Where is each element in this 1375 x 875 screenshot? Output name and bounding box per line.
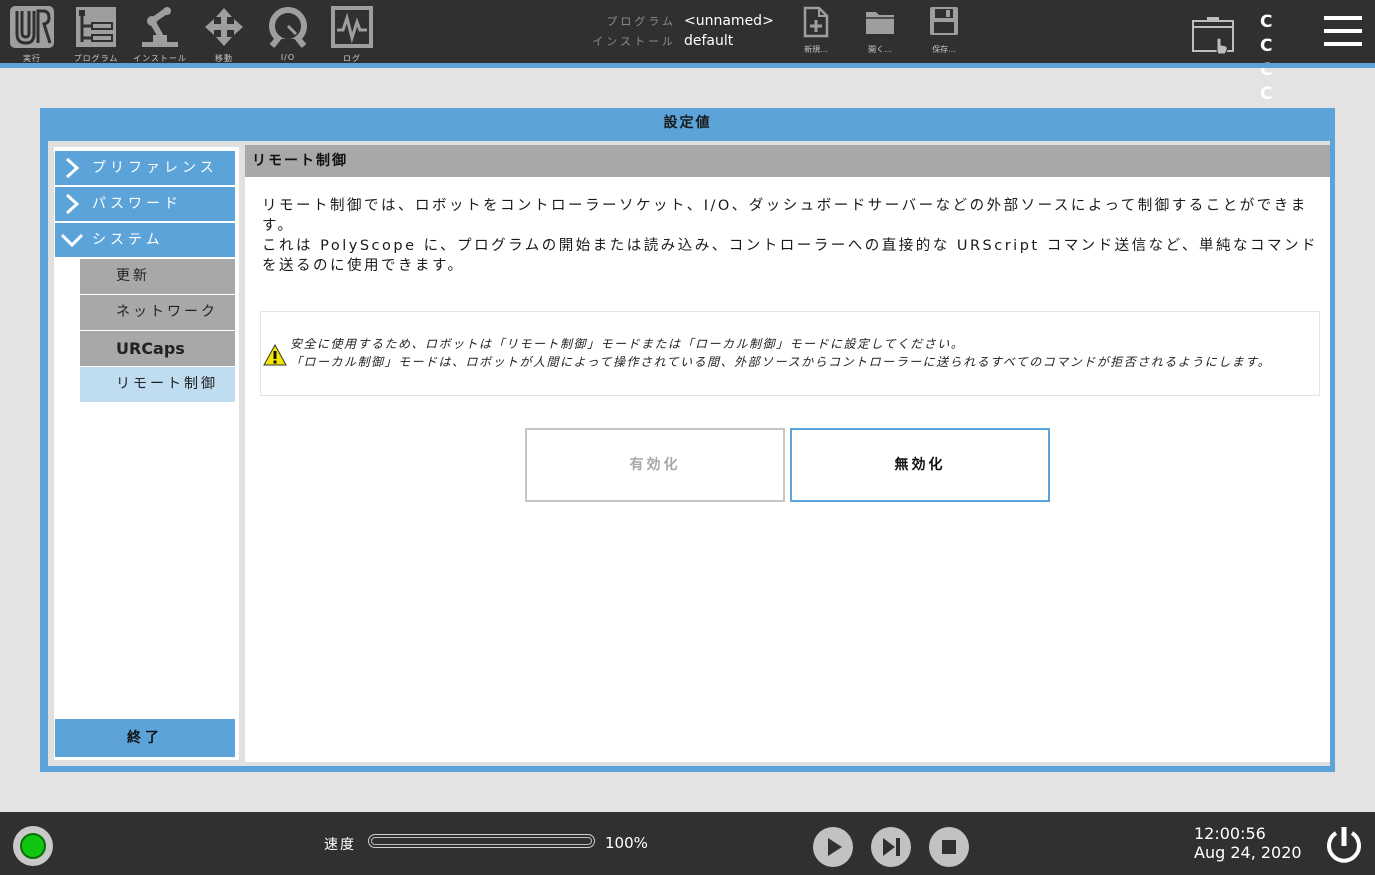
clock: 12:00:56 Aug 24, 2020 xyxy=(1194,824,1302,862)
sidebar-subitem-network[interactable]: ネットワーク xyxy=(80,295,235,330)
robot-arm-icon xyxy=(142,7,178,47)
enable-button[interactable]: 有効化 xyxy=(525,428,785,502)
sidebar-item-label: プリファレンス xyxy=(92,160,218,176)
dialog-body: プリファレンス パスワード システム 更新 ネットワーク URCaps リモート… xyxy=(48,141,1330,766)
description-line-1: リモート制御では、ロボットをコントローラーソケット、I/O、ダッシュボードサーバ… xyxy=(262,198,1308,234)
new-file-label: 新規... xyxy=(804,45,828,54)
nav-run-button[interactable]: 実行 xyxy=(2,4,62,63)
dialog-title: 設定値 xyxy=(663,115,712,131)
open-file-button[interactable]: 開く... xyxy=(855,6,905,62)
status-led-icon xyxy=(20,833,46,859)
save-file-button[interactable]: 保存... xyxy=(919,6,969,62)
step-button[interactable] xyxy=(871,827,911,867)
play-icon xyxy=(828,838,842,856)
top-accent-line xyxy=(0,63,1375,68)
play-button[interactable] xyxy=(813,827,853,867)
sidebar-subitem-update[interactable]: 更新 xyxy=(80,259,235,294)
nav-installation-button[interactable]: インストール xyxy=(130,4,190,63)
speed-slider[interactable] xyxy=(368,834,595,848)
bottom-footer-bar: 速度 100% 12:00:56 Aug 24, 2020 xyxy=(0,812,1375,875)
hamburger-menu-icon[interactable] xyxy=(1324,16,1362,46)
remote-control-panel: リモート制御 リモート制御では、ロボットをコントローラーソケット、I/O、ダッシ… xyxy=(245,145,1330,762)
installation-name: default xyxy=(684,32,734,49)
warning-line-2: 「ローカル制御」モードは、ロボットが人間によって操作されている間、外部ソースから… xyxy=(290,355,1272,369)
power-icon[interactable] xyxy=(1323,824,1365,866)
nav-log-button[interactable]: ログ xyxy=(322,4,382,63)
nav-io-label: I/O xyxy=(280,53,296,62)
stop-icon xyxy=(942,840,956,854)
description-text: リモート制御では、ロボットをコントローラーソケット、I/O、ダッシュボードサーバ… xyxy=(262,196,1322,276)
installation-key: インストール xyxy=(592,34,676,48)
description-line-2: これは PolyScope に、プログラムの開始または読み込み、コントローラーへ… xyxy=(262,238,1318,274)
cc-indicator: C C C C xyxy=(1260,10,1300,106)
top-header-bar: 実行 プログラム インストール 移動 I/O ログ プログラム <unnamed… xyxy=(0,0,1375,104)
cc-line-1: C C xyxy=(1260,12,1285,56)
nav-program-button[interactable]: プログラム xyxy=(66,4,126,63)
warning-icon xyxy=(263,344,287,366)
folder-icon xyxy=(866,12,894,34)
sidebar-item-system[interactable]: システム xyxy=(55,223,235,257)
warning-line-1: 安全に使用するため、ロボットは「リモート制御」モードまたは「ローカル制御」モード… xyxy=(290,337,965,351)
io-gauge-icon xyxy=(269,7,307,48)
teach-pendant-mode-icon[interactable] xyxy=(1192,17,1236,55)
robot-status-button[interactable] xyxy=(13,826,53,866)
step-forward-icon xyxy=(883,838,900,856)
log-waveform-icon xyxy=(331,6,373,48)
save-file-label: 保存... xyxy=(932,45,956,54)
panel-header: リモート制御 xyxy=(245,145,1330,177)
stop-button[interactable] xyxy=(929,827,969,867)
new-file-button[interactable]: 新規... xyxy=(791,6,841,62)
new-file-icon xyxy=(803,6,829,38)
nav-move-button[interactable]: 移動 xyxy=(194,4,254,63)
program-info: プログラム <unnamed> インストール default xyxy=(590,10,774,50)
clock-time: 12:00:56 xyxy=(1194,824,1266,843)
chevron-right-icon xyxy=(65,157,80,179)
nav-io-button[interactable]: I/O xyxy=(258,4,318,62)
settings-sidebar: プリファレンス パスワード システム 更新 ネットワーク URCaps リモート… xyxy=(54,147,239,760)
open-file-label: 開く... xyxy=(868,45,892,54)
sidebar-item-preferences[interactable]: プリファレンス xyxy=(55,151,235,185)
disable-button[interactable]: 無効化 xyxy=(790,428,1050,502)
chevron-down-icon xyxy=(61,233,83,248)
settings-dialog: 設定値 プリファレンス パスワード システム 更新 ネットワーク URCaps … xyxy=(40,108,1335,772)
warning-text: 安全に使用するため、ロボットは「リモート制御」モードまたは「ローカル制御」モード… xyxy=(290,335,1271,371)
warning-box: 安全に使用するため、ロボットは「リモート制御」モードまたは「ローカル制御」モード… xyxy=(260,311,1320,396)
exit-button[interactable]: 終了 xyxy=(55,719,235,757)
sidebar-subitem-remote-control[interactable]: リモート制御 xyxy=(80,367,235,402)
speed-slider-fill xyxy=(371,837,592,845)
sidebar-item-label: システム xyxy=(92,232,164,248)
clock-date: Aug 24, 2020 xyxy=(1194,843,1302,862)
sidebar-item-password[interactable]: パスワード xyxy=(55,187,235,221)
program-name: <unnamed> xyxy=(684,12,774,29)
sidebar-item-label: パスワード xyxy=(92,196,182,212)
move-arrows-icon xyxy=(205,8,243,46)
program-tree-icon xyxy=(76,7,116,47)
ur-logo-icon xyxy=(10,6,54,48)
sidebar-subitem-urcaps[interactable]: URCaps xyxy=(80,331,235,366)
chevron-right-icon xyxy=(65,193,80,215)
speed-label: 速度 xyxy=(324,837,356,853)
save-disk-icon xyxy=(930,7,958,35)
speed-value: 100% xyxy=(605,834,648,852)
program-key: プログラム xyxy=(606,14,676,28)
